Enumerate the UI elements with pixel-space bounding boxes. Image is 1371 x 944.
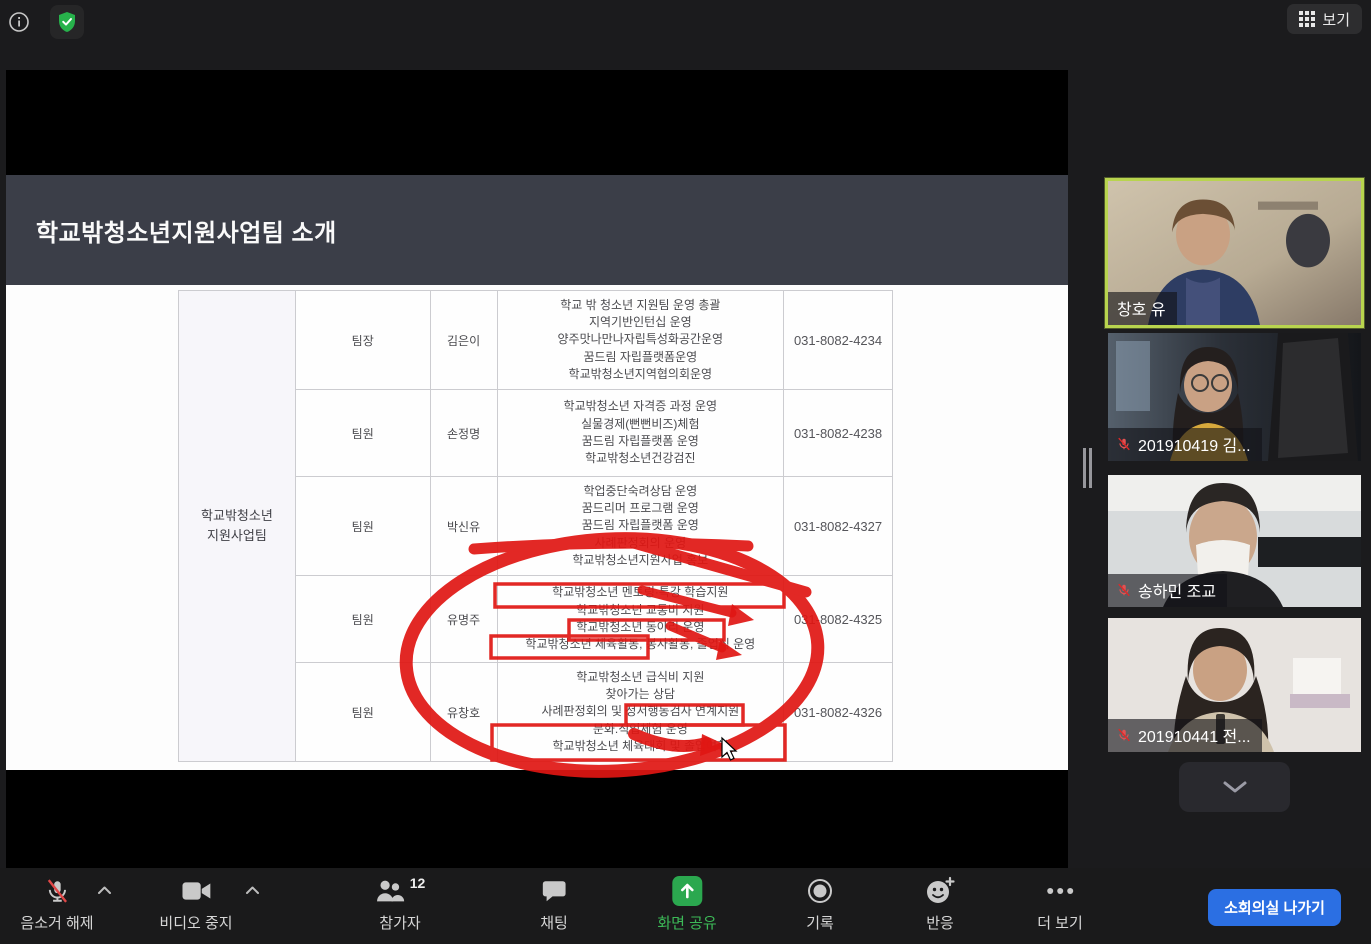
record-icon [806,877,834,905]
participants-button[interactable]: 12 참가자 [375,876,426,933]
participant-video-tile[interactable]: 201910441 전... [1108,618,1361,752]
grid-view-icon [1299,11,1315,27]
slide-title-band: 학교밖청소년지원사업팀 소개 [6,175,1068,285]
record-button[interactable]: 기록 [806,876,834,933]
panel-resize-handle[interactable] [1083,448,1092,488]
view-button-label: 보기 [1322,9,1350,30]
meeting-toolbar: 음소거 해제 비디오 중지 12 참가자 [0,868,1371,944]
slide-title: 학교밖청소년지원사업팀 소개 [6,213,337,248]
participant-video-tile[interactable]: 송하민 조교 [1108,475,1361,607]
unmute-button[interactable]: 음소거 해제 [20,876,93,933]
chat-bubble-icon [541,878,567,904]
more-button[interactable]: 더 보기 [1037,876,1083,933]
participant-name: 창호 유 [1117,296,1166,320]
slide-body: 학교밖청소년 지원사업팀 팀장 김은이 학교 밖 청소년 지원팀 운영 총괄 지… [6,285,1068,770]
share-screen-icon [672,876,702,906]
security-shield-icon[interactable] [50,5,84,39]
share-screen-button[interactable]: 화면 공유 [657,876,716,933]
reactions-smiley-icon [925,876,955,906]
collapse-videos-button[interactable] [1179,762,1290,812]
video-camera-icon [181,880,211,902]
reactions-button[interactable]: 반응 [925,876,955,933]
participants-icon [375,878,405,904]
more-ellipsis-icon [1046,887,1074,895]
team-table: 학교밖청소년 지원사업팀 팀장 김은이 학교 밖 청소년 지원팀 운영 총괄 지… [178,290,893,762]
chevron-down-icon [1222,780,1248,794]
mic-options-caret[interactable] [97,882,112,900]
meeting-info-icon[interactable] [4,7,34,37]
participant-nameplate: 송하민 조교 [1108,574,1227,607]
video-options-caret[interactable] [245,882,260,900]
top-bar: 보기 [0,0,1371,44]
info-icon [8,11,30,33]
chat-button[interactable]: 채팅 [540,876,568,933]
leave-breakout-room-button[interactable]: 소회의실 나가기 [1208,889,1341,926]
muted-mic-icon [1117,728,1131,742]
participant-nameplate: 201910419 김... [1108,428,1262,461]
participant-count-badge: 12 [410,875,426,891]
shared-screen: 학교밖청소년지원사업팀 소개 학교밖청소년 지원사업팀 팀장 김은이 학교 밖 … [6,70,1068,868]
stop-video-label: 비디오 중지 [159,912,232,933]
unmute-label: 음소거 해제 [20,912,93,933]
more-label: 더 보기 [1037,912,1083,933]
share-screen-label: 화면 공유 [657,912,716,933]
table-category-cell: 학교밖청소년 지원사업팀 [179,291,296,762]
shield-check-icon [57,11,77,33]
reactions-label: 반응 [926,912,954,933]
participant-name: 201910441 전... [1138,723,1251,747]
stop-video-button[interactable]: 비디오 중지 [159,876,232,933]
participant-nameplate: 201910441 전... [1108,719,1262,752]
table-row: 학교밖청소년 지원사업팀 팀장 김은이 학교 밖 청소년 지원팀 운영 총괄 지… [179,291,893,390]
muted-mic-icon [1117,437,1131,451]
muted-mic-icon [1117,583,1131,597]
muted-mic-icon [44,877,70,905]
view-button[interactable]: 보기 [1287,4,1362,34]
participant-name: 201910419 김... [1138,432,1251,456]
participants-label: 참가자 [379,912,420,933]
chat-label: 채팅 [540,912,568,933]
participant-name: 송하민 조교 [1138,578,1216,602]
participant-video-tile[interactable]: 창호 유 [1108,181,1361,325]
record-label: 기록 [806,912,834,933]
participant-nameplate: 창호 유 [1108,292,1177,325]
participant-video-tile[interactable]: 201910419 김... [1108,333,1361,461]
